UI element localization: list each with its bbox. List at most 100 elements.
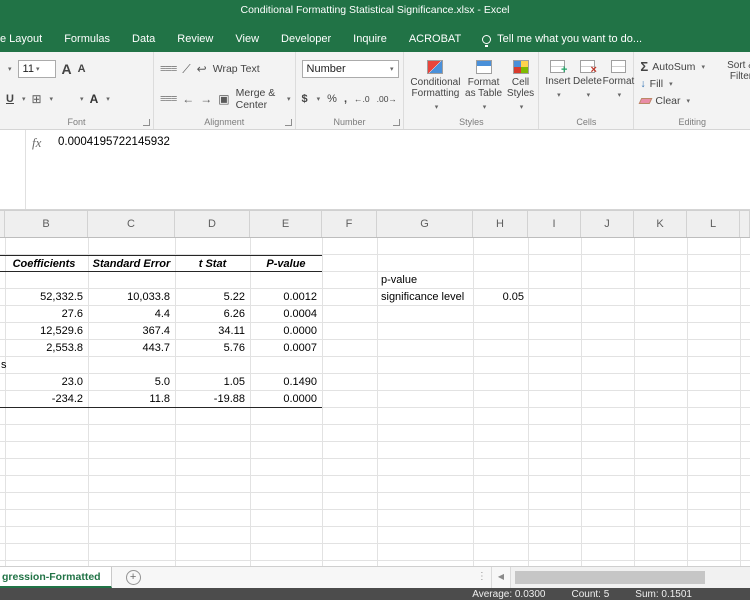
horizontal-scrollbar-thumb[interactable] — [515, 571, 705, 584]
tab-formulas[interactable]: Formulas — [53, 26, 121, 52]
accounting-dropdown-icon[interactable]: ▾ — [317, 95, 321, 103]
underline-dropdown-icon[interactable]: ▾ — [22, 95, 26, 103]
font-name-dropdown-icon[interactable]: ▾ — [8, 65, 12, 73]
increase-indent-icon[interactable]: → — [200, 93, 212, 105]
font-color-button[interactable]: A — [90, 94, 99, 104]
fill-color-dropdown-icon[interactable]: ▾ — [80, 95, 84, 103]
insert-function-button[interactable]: fx — [32, 135, 41, 151]
sort-filter-button[interactable]: Sort & Filter — [718, 58, 750, 82]
grid-cell[interactable]: -234.2 — [0, 391, 88, 407]
column-header-B[interactable]: B — [5, 211, 88, 237]
grid-cell[interactable]: 443.7 — [88, 340, 175, 357]
grid-cell[interactable]: 34.11 — [175, 323, 250, 340]
column-header-J[interactable]: J — [581, 211, 634, 237]
decrease-font-size-icon[interactable]: A — [78, 63, 86, 75]
formula-bar-value[interactable]: 0.0004195722145932 — [58, 136, 170, 148]
borders-button[interactable]: ⊞ — [31, 93, 41, 105]
tab-data[interactable]: Data — [121, 26, 166, 52]
grid-cell[interactable]: -19.88 — [175, 391, 250, 407]
grid-cell[interactable]: 0.1490 — [250, 374, 322, 391]
column-header-C[interactable]: C — [88, 211, 175, 237]
grid-cell[interactable]: 52,332.5 — [0, 289, 88, 306]
grid-cell[interactable]: 5.76 — [175, 340, 250, 357]
column-header-E[interactable]: E — [250, 211, 322, 237]
significance-value-cell[interactable]: 0.05 — [473, 289, 524, 306]
insert-cells-button[interactable]: + Insert ▾ — [545, 58, 570, 113]
grid-cell[interactable]: 0.0012 — [250, 289, 322, 306]
increase-decimal-button[interactable]: ←.0 — [354, 94, 370, 104]
grid-cell[interactable]: Standard Error — [88, 256, 175, 272]
comma-style-button[interactable]: , — [344, 93, 347, 105]
vertical-align-icons[interactable]: ≡≡≡ — [160, 63, 176, 75]
column-header-G[interactable]: G — [377, 211, 473, 237]
decrease-decimal-button[interactable]: .00→ — [377, 94, 397, 104]
column-header-F[interactable]: F — [322, 211, 377, 237]
new-sheet-button[interactable]: + — [126, 570, 141, 585]
grid-cell[interactable] — [250, 357, 322, 374]
percent-style-button[interactable]: % — [327, 93, 337, 105]
increase-font-size-icon[interactable]: A — [62, 61, 72, 77]
scroll-left-icon[interactable]: ◀ — [491, 567, 510, 588]
borders-dropdown-icon[interactable]: ▾ — [50, 95, 54, 103]
orientation-icon[interactable]: ⟋ — [182, 63, 190, 75]
grid-cell[interactable]: 10,033.8 — [88, 289, 175, 306]
grid-cell[interactable]: P-value — [250, 256, 322, 272]
column-header-H[interactable]: H — [473, 211, 528, 237]
tab-view[interactable]: View — [224, 26, 270, 52]
tab-developer[interactable]: Developer — [270, 26, 342, 52]
decrease-indent-icon[interactable]: ← — [182, 93, 194, 105]
fill-color-button[interactable] — [59, 93, 72, 106]
grid-cell[interactable]: 6.26 — [175, 306, 250, 323]
partial-row-label[interactable]: s — [1, 357, 7, 373]
merge-dropdown-icon[interactable]: ▾ — [287, 95, 291, 103]
grid-cell[interactable]: 11.8 — [88, 391, 175, 407]
grid-cell[interactable]: 12,529.6 — [0, 323, 88, 340]
grid-cell[interactable]: 2,553.8 — [0, 340, 88, 357]
cell-styles-button[interactable]: Cell Styles ▾ — [507, 58, 535, 113]
conditional-formatting-button[interactable]: Conditional Formatting ▾ — [410, 58, 460, 113]
column-header-I[interactable]: I — [528, 211, 581, 237]
delete-cells-button[interactable]: × Delete ▾ — [573, 58, 601, 113]
tab-page-layout[interactable]: e Layout — [0, 26, 53, 52]
column-header-L[interactable]: L — [687, 211, 740, 237]
grid-cell[interactable] — [175, 357, 250, 374]
grid-cell[interactable] — [88, 357, 175, 374]
grid-cell[interactable]: 0.0000 — [250, 323, 322, 340]
grid-cell[interactable]: 0.0007 — [250, 340, 322, 357]
grid-cell[interactable]: 367.4 — [88, 323, 175, 340]
column-header-partial[interactable] — [740, 211, 750, 237]
font-size-combo[interactable]: 11 ▾ — [18, 60, 56, 78]
grid-cell[interactable]: 27.6 — [0, 306, 88, 323]
grid-cell[interactable]: 5.22 — [175, 289, 250, 306]
p-value-label-cell[interactable]: p-value — [381, 272, 473, 289]
column-header-D[interactable]: D — [175, 211, 250, 237]
horizontal-scrollbar[interactable] — [510, 567, 750, 588]
format-cells-button[interactable]: Format ▾ — [604, 58, 632, 113]
formula-bar[interactable]: fx 0.0004195722145932 — [0, 130, 750, 210]
tell-me-box[interactable]: Tell me what you want to do... — [482, 33, 642, 45]
format-as-table-button[interactable]: Format as Table ▾ — [464, 58, 502, 113]
grid-cell[interactable]: 1.05 — [175, 374, 250, 391]
grid-cell[interactable]: t Stat — [175, 256, 250, 272]
clear-button[interactable]: Clear ▾ — [640, 92, 746, 109]
font-color-dropdown-icon[interactable]: ▾ — [106, 95, 110, 103]
alignment-dialog-launcher-icon[interactable] — [285, 119, 292, 126]
tab-splitter-icon[interactable]: ⋮ — [473, 567, 491, 588]
horizontal-align-icons[interactable]: ≡≡≡ — [160, 93, 176, 105]
grid-cell[interactable] — [0, 357, 88, 374]
underline-button[interactable]: U — [6, 93, 14, 105]
column-header-K[interactable]: K — [634, 211, 687, 237]
tab-acrobat[interactable]: ACROBAT — [398, 26, 472, 52]
tab-inquire[interactable]: Inquire — [342, 26, 398, 52]
grid-cell[interactable]: 23.0 — [0, 374, 88, 391]
number-dialog-launcher-icon[interactable] — [393, 119, 400, 126]
grid-cell[interactable]: 0.0004 — [250, 306, 322, 323]
worksheet-grid[interactable]: Coefficients Standard Error t Stat P-val… — [0, 238, 750, 566]
accounting-format-button[interactable]: $ — [302, 93, 308, 105]
sheet-tab-regression-formatted[interactable]: gression-Formatted — [0, 567, 112, 588]
grid-cell[interactable]: 4.4 — [88, 306, 175, 323]
merge-center-button[interactable]: Merge & Center — [236, 87, 279, 111]
wrap-text-button[interactable]: Wrap Text — [213, 63, 260, 75]
number-format-combo[interactable]: Number ▾ — [302, 60, 399, 78]
grid-cell[interactable]: 0.0000 — [250, 391, 322, 407]
